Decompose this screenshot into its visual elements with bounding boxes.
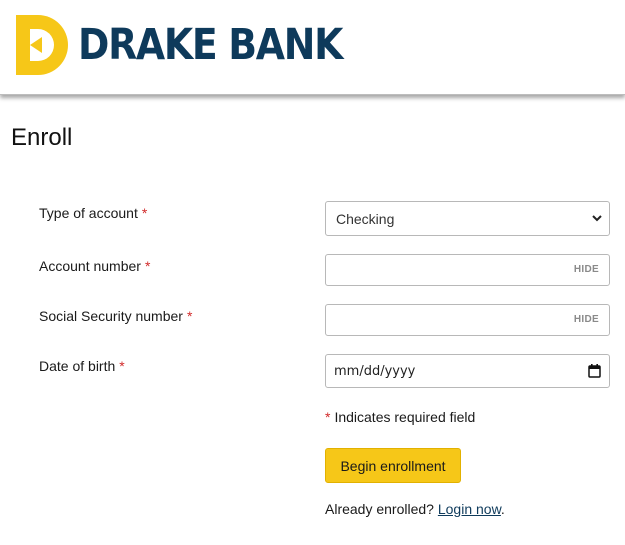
brand-logo[interactable]: DRAKE BANK <box>16 14 378 76</box>
required-asterisk: * <box>119 358 125 374</box>
account-number-label: Account number * <box>39 258 150 274</box>
account-number-input[interactable]: HIDE <box>325 254 610 286</box>
required-asterisk: * <box>144 258 151 274</box>
ssn-hide-toggle[interactable]: HIDE <box>574 314 599 325</box>
account-type-label: Type of account * <box>39 205 147 221</box>
page-title: Enroll <box>11 124 73 151</box>
required-asterisk: * <box>186 308 193 324</box>
ssn-label: Social Security number * <box>39 308 192 324</box>
account-type-label-text: Type of account <box>39 205 138 221</box>
trailing-period: . <box>500 501 505 517</box>
ssn-input[interactable]: HIDE <box>325 304 610 336</box>
begin-enrollment-button[interactable]: Begin enrollment <box>325 448 461 483</box>
account-number-label-text: Account number <box>39 258 141 274</box>
already-enrolled-text: Already enrolled? Login now. <box>325 501 505 517</box>
ssn-label-text: Social Security number <box>39 308 183 324</box>
account-type-selected-value: Checking <box>336 210 395 227</box>
account-number-hide-toggle[interactable]: HIDE <box>574 264 599 275</box>
brand-name: DRAKE BANK <box>78 20 343 70</box>
chevron-down-icon <box>592 215 602 222</box>
required-field-note: * Indicates required field <box>325 409 475 425</box>
account-type-select[interactable]: Checking <box>325 201 610 236</box>
dob-input[interactable]: mm/dd/yyyy <box>325 354 610 388</box>
required-asterisk: * <box>325 409 331 425</box>
dob-placeholder: mm/dd/yyyy <box>334 363 416 379</box>
site-header: DRAKE BANK <box>0 0 625 95</box>
login-now-link[interactable]: Login now <box>438 501 501 517</box>
required-note-text: Indicates required field <box>334 409 476 425</box>
required-asterisk: * <box>141 205 148 221</box>
dob-label: Date of birth * <box>39 358 125 374</box>
drake-bank-logo-icon <box>16 15 68 75</box>
already-enrolled-prompt: Already enrolled? <box>325 501 434 517</box>
dob-label-text: Date of birth <box>39 358 116 374</box>
calendar-icon[interactable] <box>588 364 601 378</box>
